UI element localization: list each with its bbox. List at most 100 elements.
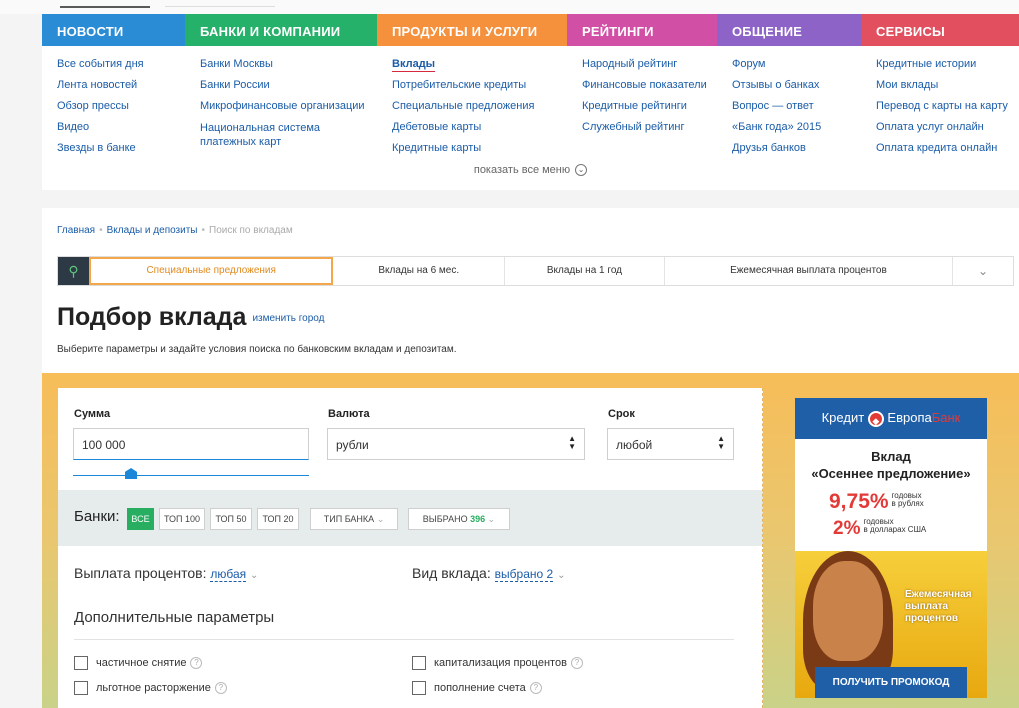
banks-all-button[interactable]: ВСЕ: [127, 508, 154, 530]
ad-rate-usd: 2% годовых в долларах США: [833, 518, 926, 540]
deposit-filter-form: Сумма 100 000 Валюта рубли ▲ ▼ Срок любой…: [58, 388, 763, 708]
sum-slider-track[interactable]: [73, 475, 309, 476]
brand-part-2: Европа: [887, 410, 932, 425]
menu-link[interactable]: Кредитные истории: [876, 54, 1019, 75]
menu-link[interactable]: Специальные предложения: [392, 96, 567, 117]
tab-special-offers[interactable]: Специальные предложения: [88, 257, 334, 285]
ad-heading: Вклад «Осеннее предложение»: [795, 439, 987, 482]
menu-link[interactable]: Кредитные рейтинги: [582, 96, 717, 117]
menu-services[interactable]: СЕРВИСЫ: [861, 14, 1019, 46]
menu-link[interactable]: Банки Москвы: [200, 54, 377, 75]
term-value: любой: [616, 438, 653, 452]
checkbox[interactable]: [74, 656, 88, 670]
deposit-type-dropdown[interactable]: выбрано 2: [494, 567, 554, 582]
page-subtitle: Выберите параметры и задайте условия пои…: [57, 344, 457, 355]
chevron-down-icon[interactable]: ⌄: [953, 257, 1013, 285]
menu-link[interactable]: Банки России: [200, 75, 377, 96]
checkbox[interactable]: [412, 681, 426, 695]
currency-label: Валюта: [328, 408, 370, 420]
menu-link[interactable]: «Банк года» 2015: [732, 117, 861, 138]
menu-link[interactable]: Друзья банков: [732, 138, 861, 159]
ad-column: Кредит ◆ ЕвропаБанк Вклад «Осеннее предл…: [762, 388, 1019, 708]
deposit-type-filter: Вид вклада: выбрано 2 ⌄: [412, 565, 565, 582]
menu-link[interactable]: Вопрос — ответ: [732, 96, 861, 117]
help-icon[interactable]: ?: [190, 657, 203, 669]
menu-header: НОВОСТИ БАНКИ И КОМПАНИИ ПРОДУКТЫ И УСЛУ…: [42, 14, 1019, 46]
change-city-link[interactable]: изменить город: [252, 313, 324, 324]
bank-logo-icon: ◆: [867, 411, 884, 427]
menu-link[interactable]: Обзор прессы: [57, 96, 185, 117]
help-icon[interactable]: ?: [214, 682, 227, 694]
banks-top100-button[interactable]: ТОП 100: [159, 508, 205, 530]
checkbox-label: частичное снятие: [96, 656, 187, 669]
menu-ratings[interactable]: РЕЙТИНГИ: [567, 14, 717, 46]
checkbox-partial-withdrawal[interactable]: частичное снятие?: [74, 656, 203, 670]
top-tab[interactable]: [165, 6, 275, 14]
selected-banks-dropdown[interactable]: ВЫБРАНО 396 ⌄: [408, 508, 510, 530]
menu-link[interactable]: Все события дня: [57, 54, 185, 75]
payout-dropdown[interactable]: любая: [210, 567, 247, 582]
search-icon[interactable]: ⚲: [58, 257, 89, 285]
menu-link[interactable]: Кредитные карты: [392, 138, 567, 159]
breadcrumb-home[interactable]: Главная: [57, 225, 95, 236]
checkbox-capitalization[interactable]: капитализация процентов?: [412, 656, 583, 670]
brand-part-1: Кредит: [821, 410, 865, 425]
menu-link[interactable]: Потребительские кредиты: [392, 75, 567, 96]
woman-face-shape: [813, 561, 883, 661]
breadcrumb-separator: •: [99, 225, 103, 236]
menu-link[interactable]: Народный рейтинг: [582, 54, 717, 75]
help-icon[interactable]: ?: [570, 657, 583, 669]
menu-link[interactable]: Национальная система платежных карт: [200, 117, 375, 149]
menu-link[interactable]: Оплата кредита онлайн: [876, 138, 1019, 159]
menu-link[interactable]: Видео: [57, 117, 185, 138]
tab-1-year[interactable]: Вклады на 1 год: [505, 257, 665, 285]
term-select[interactable]: любой ▲ ▼: [607, 428, 734, 460]
checkbox-replenishment[interactable]: пополнение счета?: [412, 681, 542, 695]
menu-link[interactable]: Лента новостей: [57, 75, 185, 96]
ad-heading-line-2: «Осеннее предложение»: [811, 466, 971, 481]
menu-link-deposits[interactable]: Вклады: [392, 54, 567, 75]
banks-top50-button[interactable]: ТОП 50: [210, 508, 252, 530]
ad-photo-text: Ежемесячная выплата процентов: [905, 589, 972, 624]
breadcrumb-separator: •: [201, 225, 206, 236]
currency-select[interactable]: рубли ▲ ▼: [327, 428, 585, 460]
selected-label: ВЫБРАНО: [422, 514, 468, 524]
page: НОВОСТИ БАНКИ И КОМПАНИИ ПРОДУКТЫ И УСЛУ…: [0, 0, 1019, 708]
top-tab[interactable]: [60, 6, 150, 14]
ad-brand: Кредит ◆ ЕвропаБанк: [795, 398, 987, 439]
menu-link[interactable]: Отзывы о банках: [732, 75, 861, 96]
menu-link[interactable]: Финансовые показатели: [582, 75, 717, 96]
help-icon[interactable]: ?: [529, 682, 542, 694]
menu-news[interactable]: НОВОСТИ: [42, 14, 185, 46]
tab-6-months[interactable]: Вклады на 6 мес.: [333, 257, 506, 285]
ad-heading-line-1: Вклад: [871, 449, 911, 464]
menu-link[interactable]: Оплата услуг онлайн: [876, 117, 1019, 138]
menu-banks[interactable]: БАНКИ И КОМПАНИИ: [185, 14, 377, 46]
tab-monthly-interest[interactable]: Ежемесячная выплата процентов: [665, 257, 954, 285]
menu-link[interactable]: Форум: [732, 54, 861, 75]
banks-top20-button[interactable]: ТОП 20: [257, 508, 299, 530]
chevron-down-icon: ⌄: [250, 570, 259, 581]
checkbox[interactable]: [412, 656, 426, 670]
menu-link[interactable]: Микрофинансовые организации: [200, 96, 377, 117]
checkbox-early-termination[interactable]: льготное расторжение?: [74, 681, 227, 695]
get-promocode-button[interactable]: ПОЛУЧИТЬ ПРОМОКОД: [815, 667, 967, 698]
sum-slider-handle[interactable]: [125, 468, 137, 479]
menu-link[interactable]: Служебный рейтинг: [582, 117, 717, 138]
menu-link[interactable]: Перевод с карты на карту: [876, 96, 1019, 117]
checkbox[interactable]: [74, 681, 88, 695]
menu-link[interactable]: Мои вклады: [876, 75, 1019, 96]
show-all-menu[interactable]: показать все меню ⌄: [42, 164, 1019, 177]
menu-products[interactable]: ПРОДУКТЫ И УСЛУГИ: [377, 14, 567, 46]
ad-banner[interactable]: Кредит ◆ ЕвропаБанк Вклад «Осеннее предл…: [795, 398, 987, 698]
bank-type-dropdown[interactable]: ТИП БАНКА ⌄: [310, 508, 398, 530]
sum-input[interactable]: 100 000: [73, 428, 309, 460]
divider: [74, 639, 734, 640]
menu-columns: Все события дня Лента новостей Обзор пре…: [42, 46, 1019, 159]
menu-link[interactable]: Дебетовые карты: [392, 117, 567, 138]
breadcrumb-deposits[interactable]: Вклады и депозиты: [107, 225, 198, 236]
page-title: Подбор вклада изменить город: [57, 303, 324, 332]
menu-link[interactable]: Звезды в банке: [57, 138, 185, 159]
menu-community[interactable]: ОБЩЕНИЕ: [717, 14, 861, 46]
menu-col-banks: Банки Москвы Банки России Микрофинансовы…: [185, 54, 377, 159]
